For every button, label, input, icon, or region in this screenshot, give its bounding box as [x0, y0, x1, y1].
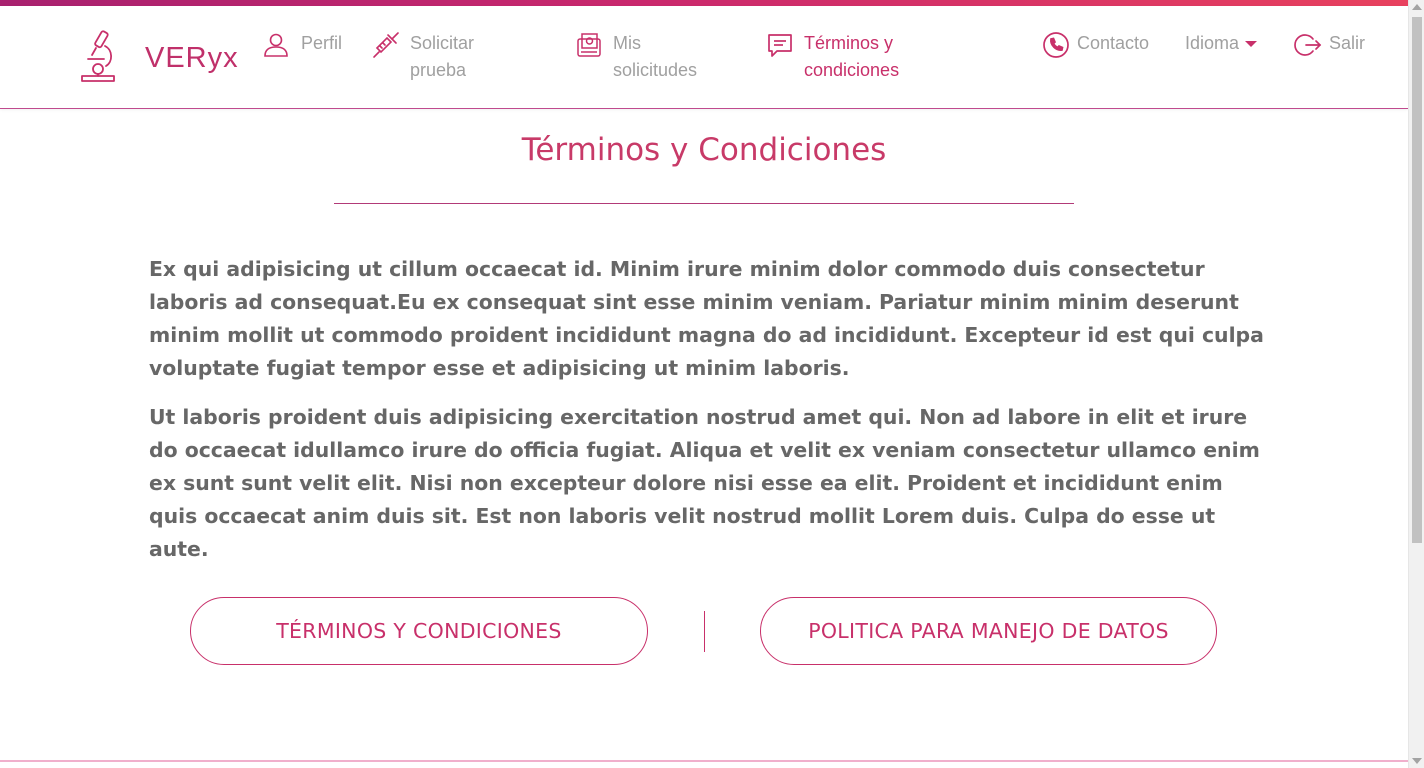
paragraph: Ut laboris proident duis adipisicing exe… [149, 405, 1260, 561]
brand-logo[interactable]: VERyx [78, 30, 239, 86]
nav-request-test-label: Solicitar prueba [410, 33, 475, 80]
page-title: Términos y Condiciones [521, 132, 887, 168]
brand-name: VERyx [145, 41, 239, 74]
microscope-icon [78, 28, 118, 88]
nav-contact[interactable]: Contacto [1041, 30, 1149, 60]
data-policy-button[interactable]: POLITICA PARA MANEJO DE DATOS [760, 597, 1217, 665]
syringe-icon [372, 30, 400, 60]
footer-divider [0, 760, 1408, 762]
vertical-scrollbar[interactable] [1408, 0, 1424, 768]
scroll-thumb[interactable] [1412, 17, 1422, 543]
terms-content: Ex qui adipisicing ut cillum occaecat id… [149, 253, 1264, 582]
title-divider [334, 203, 1074, 204]
documents-icon [575, 30, 603, 60]
message-icon [766, 30, 794, 60]
user-icon [261, 30, 291, 60]
scroll-up-arrow-icon[interactable] [1412, 4, 1422, 10]
nav-profile[interactable]: Perfil [261, 30, 342, 60]
caret-down-icon [1245, 41, 1258, 47]
phone-icon [1041, 30, 1071, 60]
nav-logout[interactable]: Salir [1293, 30, 1365, 60]
nav-request-test[interactable]: Solicitar prueba [372, 30, 512, 84]
terms-button[interactable]: TÉRMINOS Y CONDICIONES [190, 597, 648, 665]
navbar: VERyx Perfil Solicitar prueba Mis solici… [0, 6, 1408, 109]
nav-terms-label: Términos y condiciones [804, 33, 900, 80]
nav-profile-label: Perfil [301, 33, 343, 53]
paragraph: Ex qui adipisicing ut cillum occaecat id… [149, 257, 1264, 380]
nav-terms[interactable]: Términos y condiciones [766, 30, 926, 84]
language-dropdown[interactable]: Idioma [1185, 30, 1258, 57]
nav-my-requests[interactable]: Mis solicitudes [575, 30, 710, 84]
nav-contact-label: Contacto [1077, 33, 1150, 53]
buttons-divider [704, 611, 705, 652]
nav-my-requests-label: Mis solicitudes [613, 33, 698, 80]
scroll-down-arrow-icon[interactable] [1412, 758, 1422, 764]
logout-icon [1293, 30, 1323, 60]
nav-logout-label: Salir [1329, 33, 1366, 53]
language-label: Idioma [1185, 33, 1240, 53]
